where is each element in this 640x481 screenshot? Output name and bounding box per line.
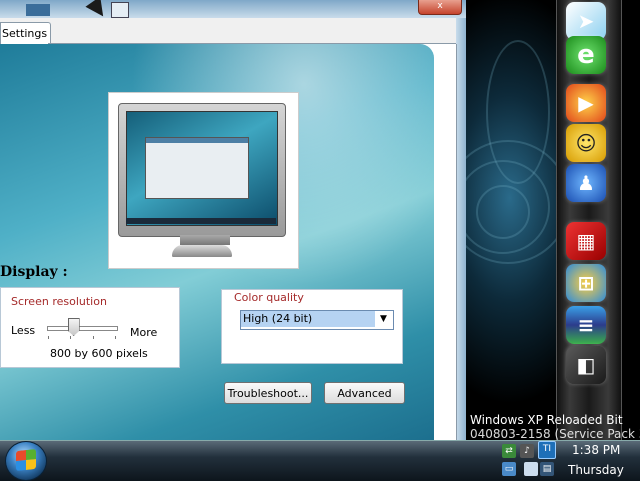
resolution-slider-track[interactable]	[47, 326, 118, 331]
advanced-button[interactable]: Advanced	[324, 382, 405, 404]
display-label: Display :	[0, 264, 68, 280]
color-quality-title: Color quality	[234, 291, 304, 304]
start-button[interactable]	[5, 441, 47, 481]
show-desktop-icon[interactable]: ▭	[502, 462, 516, 476]
clock-time[interactable]: 1:38 PM	[572, 443, 620, 457]
tab-settings[interactable]: Settings	[0, 22, 51, 45]
window-icon	[26, 4, 50, 16]
screen-resolution-title: Screen resolution	[11, 295, 107, 308]
chevron-down-icon[interactable]: ▼	[376, 311, 391, 327]
preview-taskbar	[126, 218, 276, 224]
monitor-stand	[180, 235, 230, 245]
language-icon[interactable]: TI	[538, 441, 556, 459]
watermark-line2: 040803-2158 (Service Pack 3)	[470, 427, 640, 441]
internet-explorer-icon[interactable]: e	[566, 36, 606, 74]
windows-logo-icon	[16, 448, 36, 472]
send-arrow-icon[interactable]: ➤	[566, 2, 606, 40]
color-quality-selected[interactable]: High (24 bit)	[241, 311, 375, 327]
troubleshoot-button[interactable]: Troubleshoot...	[224, 382, 312, 404]
slider-tick	[48, 336, 49, 339]
less-label: Less	[11, 324, 36, 337]
desktop-shortcut-icon[interactable]	[111, 2, 129, 18]
window-border	[456, 18, 466, 440]
watermark-line1: Windows XP Reloaded Bit	[470, 413, 623, 427]
archive-icon[interactable]: ≡	[566, 306, 606, 344]
os-watermark: Windows XP Reloaded Bit 040803-2158 (Ser…	[470, 413, 640, 441]
windows-flag-icon[interactable]: ⊞	[566, 264, 606, 302]
clock-day[interactable]: Thursday	[568, 463, 624, 477]
close-button[interactable]: x	[418, 0, 462, 15]
resolution-value: 800 by 600 pixels	[50, 347, 148, 360]
slider-tick	[70, 336, 71, 339]
quick-launch-icon[interactable]	[524, 462, 538, 476]
slider-tick	[93, 336, 94, 339]
preview-window	[145, 137, 249, 199]
network-icon[interactable]: ⇄	[502, 444, 516, 458]
slider-tick	[115, 336, 116, 339]
monitor-base	[172, 245, 232, 257]
winrar-icon[interactable]: ▦	[566, 222, 606, 260]
volume-icon[interactable]: ♪	[520, 444, 534, 458]
media-player-icon[interactable]: ▶	[566, 84, 606, 122]
messenger-icon[interactable]: ☺	[566, 124, 606, 162]
photoshop-icon[interactable]: ◧	[566, 346, 606, 384]
msn-icon[interactable]: ♟	[566, 164, 606, 202]
title-bar	[0, 0, 466, 18]
more-label: More	[130, 326, 158, 339]
window-switch-icon[interactable]: ▤	[540, 462, 554, 476]
